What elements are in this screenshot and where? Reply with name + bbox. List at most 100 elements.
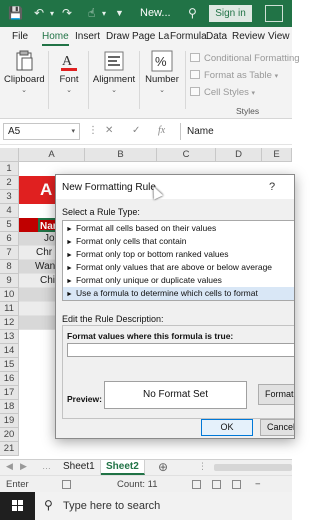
horizontal-scrollbar[interactable] [214,464,292,471]
row-header[interactable]: 13 [0,330,19,344]
chevron-down-icon[interactable]: ▾ [71,124,75,139]
row-header[interactable]: 6 [0,232,19,246]
tab-insert[interactable]: Insert [75,31,100,42]
ribbon-divider [88,51,89,109]
column-header-a[interactable]: A [19,148,85,162]
chevron-down-icon: ⌄ [21,87,27,94]
rule-type-item[interactable]: ► Format only unique or duplicate values [63,274,294,287]
clipboard-group[interactable]: Clipboard ⌄ [4,47,45,119]
row-header[interactable]: 10 [0,288,19,302]
row-header[interactable]: 8 [0,260,19,274]
ok-button[interactable]: OK [201,419,253,436]
row-header[interactable]: 20 [0,428,19,442]
row-header[interactable]: 15 [0,358,19,372]
touch-dropdown-icon[interactable]: ▾ [102,9,106,18]
ribbon-divider [48,51,49,109]
tab-data[interactable]: Data [206,31,227,42]
format-as-table-button[interactable]: Format as Table ▾ [190,67,292,84]
format-button[interactable]: Format... [258,384,294,405]
row-header[interactable]: 19 [0,414,19,428]
column-header-d[interactable]: D [216,148,262,162]
row-header[interactable]: 12 [0,316,19,330]
tab-view[interactable]: View [268,31,290,42]
touch-mode-icon[interactable]: ☝ [88,6,95,20]
tab-home[interactable]: Home [42,31,69,46]
dialog-title-bar[interactable]: New Formatting Rule ? [56,175,294,199]
sheet-tab-sheet2[interactable]: Sheet2 [101,460,145,475]
cancel-button[interactable]: Cancel [260,419,294,436]
row-header[interactable]: 18 [0,400,19,414]
conditional-formatting-button[interactable]: Conditional Formatting [190,50,300,67]
formula-bar: A5 ▾ ⋮ ✕ ✓ fx Name [0,119,292,145]
undo-dropdown-icon[interactable]: ▾ [50,9,54,18]
tab-review[interactable]: Review [232,31,265,42]
name-box[interactable]: A5 ▾ [3,123,80,140]
row-header[interactable]: 11 [0,302,19,316]
search-icon[interactable]: ⚲ [188,6,197,20]
save-icon[interactable]: 💾 [8,6,23,20]
row-header[interactable]: 16 [0,372,19,386]
alignment-group[interactable]: Alignment ⌄ [92,47,136,119]
window-title: New... [140,7,171,19]
cancel-icon[interactable]: ✕ [105,125,113,136]
row-header[interactable]: 7 [0,246,19,260]
rule-type-item[interactable]: ► Format only cells that contain [63,235,294,248]
accessibility-icon[interactable] [62,480,71,489]
select-all-corner[interactable] [0,148,19,162]
page-layout-view-icon[interactable] [212,480,221,489]
formula-input-field[interactable] [67,343,294,357]
sheet-tab-sheet1[interactable]: Sheet1 [58,460,101,475]
normal-view-icon[interactable] [192,480,201,489]
zoom-out-icon[interactable]: − [255,479,261,490]
formula-input[interactable]: Name [180,123,292,140]
scroll-left-icon[interactable]: ◀ [6,461,13,472]
column-header-b[interactable]: B [85,148,157,162]
row-header[interactable]: 4 [0,204,19,218]
formula-label: Format values where this formula is true… [67,331,234,341]
more-options-icon: ⋮ [88,125,98,136]
title-bar: 💾 ↶ ▾ ↷ ☝ ▾ ▼ New... ⚲ Sign in [0,0,292,27]
sign-in-button[interactable]: Sign in [209,5,252,22]
windows-start-icon[interactable] [12,500,24,512]
row-header[interactable]: 14 [0,344,19,358]
add-sheet-icon[interactable]: ⊕ [158,460,168,474]
customize-toolbar-icon[interactable]: ▼ [115,8,124,18]
chevron-down-icon: ⌄ [66,87,72,94]
row-header[interactable]: 2 [0,176,19,190]
tab-draw[interactable]: Draw [106,31,129,42]
status-count: Count: 11 [117,479,158,490]
svg-text:%: % [155,54,167,69]
font-group[interactable]: A Font ⌄ [52,47,86,119]
rule-type-item[interactable]: ► Format only top or bottom ranked values [63,248,294,261]
tab-formulas[interactable]: Formula [170,31,207,42]
row-header[interactable]: 21 [0,442,19,456]
new-formatting-rule-dialog: New Formatting Rule ? Select a Rule Type… [55,174,295,439]
row-header[interactable]: 1 [0,162,19,176]
tab-file[interactable]: File [12,31,28,42]
row-header[interactable]: 3 [0,190,19,204]
insert-function-icon[interactable]: fx [158,125,165,136]
ribbon-display-options-icon[interactable] [265,5,283,22]
more-sheets-icon[interactable]: … [42,461,51,471]
rule-type-list[interactable]: ► Format all cells based on their values … [62,220,294,301]
row-header[interactable]: 9 [0,274,19,288]
more-options-icon[interactable]: ⋮ [198,461,207,472]
number-group[interactable]: % Number ⌄ [143,47,181,119]
help-icon[interactable]: ? [269,181,275,193]
cell-styles-button[interactable]: Cell Styles ▾ [190,84,292,101]
page-break-view-icon[interactable] [232,480,241,489]
enter-icon[interactable]: ✓ [132,125,140,136]
row-header[interactable]: 5 [0,218,19,232]
column-header-e[interactable]: E [262,148,292,162]
redo-icon[interactable]: ↷ [62,6,72,20]
rule-type-item[interactable]: ► Format all cells based on their values [63,222,294,235]
rule-type-item[interactable]: ► Format only values that are above or be… [63,261,294,274]
cell-styles-icon [190,87,200,96]
rule-type-item-selected[interactable]: ► Use a formula to determine which cells … [63,287,294,300]
undo-icon[interactable]: ↶ [34,6,44,20]
row-header[interactable]: 17 [0,386,19,400]
column-header-c[interactable]: C [157,148,216,162]
taskbar-search-box[interactable]: ⚲ Type here to search [35,492,292,520]
scroll-right-icon[interactable]: ▶ [20,461,27,472]
tab-page-layout[interactable]: Page La [132,31,169,42]
